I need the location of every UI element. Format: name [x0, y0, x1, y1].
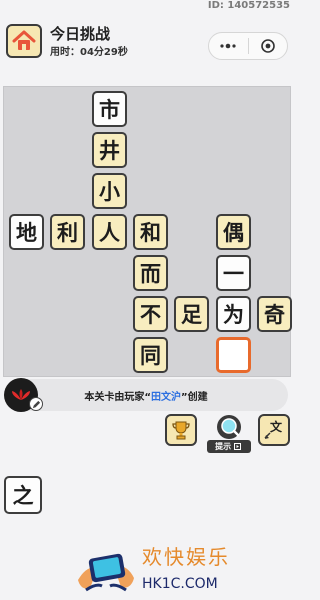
hint-label: 提示 — [207, 440, 251, 453]
watermark-url: HK1C.COM — [142, 576, 218, 592]
board-cell[interactable]: 为 — [216, 296, 251, 332]
home-button[interactable] — [6, 24, 42, 58]
board-cell[interactable]: 地 — [9, 214, 44, 250]
board-cell[interactable]: 奇 — [257, 296, 292, 332]
board-cell[interactable]: 利 — [50, 214, 85, 250]
more-dots-icon — [220, 43, 236, 49]
elapsed-timer: 用时：04分29秒 — [50, 47, 128, 58]
magnifier-icon — [217, 415, 241, 439]
candidate-tile[interactable]: 之 — [4, 476, 42, 514]
translate-icon: 文 — [264, 419, 283, 439]
board-cell[interactable]: 同 — [133, 337, 168, 373]
hint-text: 提示 — [215, 442, 232, 451]
creator-bar: 本关卡由玩家“ 田文沪 ”创建 — [4, 379, 288, 411]
page-title: 今日挑战 — [50, 25, 111, 43]
edit-pencil-icon[interactable] — [29, 397, 43, 411]
trophy-button[interactable] — [165, 414, 197, 446]
creator-name[interactable]: 田文沪 — [151, 388, 181, 403]
creator-suffix: ”创建 — [181, 391, 208, 403]
gamepad-hands-icon — [78, 553, 134, 592]
puzzle-board: 市井小地利人和 偶而 一不足为奇同 — [3, 86, 292, 377]
board-cell[interactable]: 一 — [216, 255, 251, 291]
translate-button[interactable]: 文 — [258, 414, 290, 446]
board-cell[interactable]: 和 — [133, 214, 168, 250]
board-cell-empty-selected[interactable] — [216, 337, 251, 373]
board-cell[interactable]: 人 — [92, 214, 127, 250]
board-cell[interactable]: 小 — [92, 173, 127, 209]
video-icon — [233, 443, 241, 450]
svg-text:文: 文 — [270, 419, 283, 434]
board-cell[interactable]: 偶 — [216, 214, 251, 250]
miniprogram-capsule — [208, 32, 288, 60]
home-icon — [12, 30, 36, 50]
watermark-brand: 欢快娱乐 — [142, 545, 230, 569]
board-cell[interactable]: 而 — [133, 255, 168, 291]
hint-button[interactable]: 提示 — [207, 414, 251, 454]
trophy-icon — [172, 421, 190, 440]
more-menu-button[interactable] — [209, 43, 248, 49]
board-cell[interactable]: 市 — [92, 91, 127, 127]
game-id: ID: 140572535 — [207, 0, 290, 11]
board-cell[interactable]: 井 — [92, 132, 127, 168]
close-miniprogram-button[interactable] — [249, 38, 288, 54]
creator-prefix: 本关卡由玩家“ — [84, 391, 151, 403]
target-close-icon — [260, 39, 275, 53]
watermark: 欢快娱乐 HK1C.COM — [76, 540, 236, 598]
board-cell[interactable]: 不 — [133, 296, 168, 332]
pencil-icon — [32, 400, 40, 408]
board-cell[interactable]: 足 — [174, 296, 209, 332]
brand-logo-icon — [12, 389, 30, 400]
